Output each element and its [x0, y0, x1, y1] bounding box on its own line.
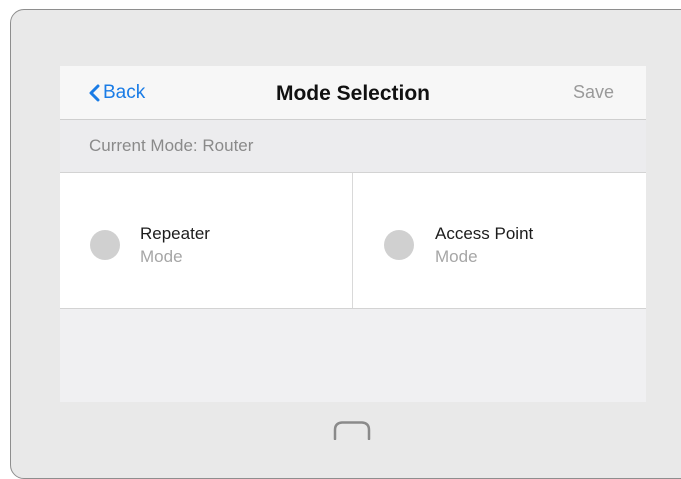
- mode-options: Repeater Mode Access Point Mode: [60, 173, 646, 309]
- app-screen: Back Mode Selection Save Current Mode: R…: [60, 66, 646, 402]
- repeater-radio[interactable]: [90, 230, 120, 260]
- access-point-mode-subtitle: Mode: [435, 247, 478, 266]
- access-point-mode-name: Access Point: [435, 224, 534, 243]
- repeater-mode-subtitle: Mode: [140, 247, 183, 266]
- save-button[interactable]: Save: [573, 82, 614, 103]
- current-mode-text: Current Mode: Router: [89, 136, 254, 155]
- repeater-mode-option[interactable]: Repeater Mode: [60, 173, 353, 308]
- current-mode-bar: Current Mode: Router: [60, 120, 646, 173]
- access-point-radio[interactable]: [384, 230, 414, 260]
- navigation-bar: Back Mode Selection Save: [60, 66, 646, 120]
- access-point-mode-option[interactable]: Access Point Mode: [353, 173, 646, 308]
- page-title: Mode Selection: [275, 82, 431, 105]
- home-button-icon[interactable]: [333, 420, 371, 440]
- repeater-mode-name: Repeater: [140, 224, 210, 243]
